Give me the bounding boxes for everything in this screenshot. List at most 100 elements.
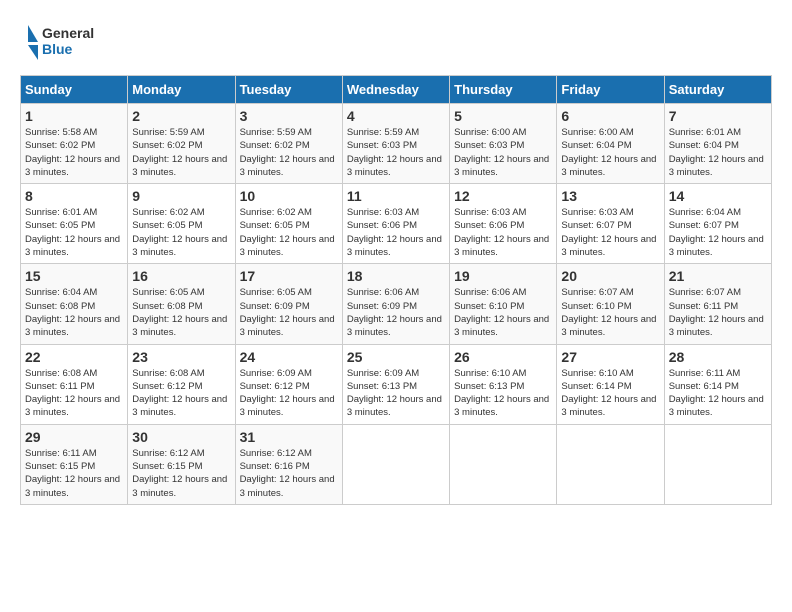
day-number: 12 xyxy=(454,188,552,204)
calendar-body: 1 Sunrise: 5:58 AMSunset: 6:02 PMDaylight… xyxy=(21,104,772,505)
day-cell: 31 Sunrise: 6:12 AMSunset: 6:16 PMDayligh… xyxy=(235,424,342,504)
day-cell: 19 Sunrise: 6:06 AMSunset: 6:10 PMDayligh… xyxy=(450,264,557,344)
day-info: Sunrise: 6:12 AMSunset: 6:15 PMDaylight:… xyxy=(132,447,230,500)
day-number: 15 xyxy=(25,268,123,284)
day-info: Sunrise: 6:10 AMSunset: 6:14 PMDaylight:… xyxy=(561,367,659,420)
header-cell-saturday: Saturday xyxy=(664,76,771,104)
day-info: Sunrise: 6:08 AMSunset: 6:11 PMDaylight:… xyxy=(25,367,123,420)
day-cell: 29Sunrise: 6:11 AMSunset: 6:15 PMDayligh… xyxy=(21,424,128,504)
day-cell: 14 Sunrise: 6:04 AMSunset: 6:07 PMDayligh… xyxy=(664,184,771,264)
day-cell: 26Sunrise: 6:10 AMSunset: 6:13 PMDayligh… xyxy=(450,344,557,424)
day-number: 27 xyxy=(561,349,659,365)
day-info: Sunrise: 5:59 AMSunset: 6:02 PMDaylight:… xyxy=(132,126,230,179)
day-cell: 6Sunrise: 6:00 AMSunset: 6:04 PMDaylight… xyxy=(557,104,664,184)
day-cell: 23 Sunrise: 6:08 AMSunset: 6:12 PMDayligh… xyxy=(128,344,235,424)
calendar-table: SundayMondayTuesdayWednesdayThursdayFrid… xyxy=(20,75,772,505)
day-cell: 22 Sunrise: 6:08 AMSunset: 6:11 PMDayligh… xyxy=(21,344,128,424)
day-info: Sunrise: 6:00 AMSunset: 6:03 PMDaylight:… xyxy=(454,126,552,179)
day-number: 19 xyxy=(454,268,552,284)
day-number: 3 xyxy=(240,108,338,124)
day-number: 2 xyxy=(132,108,230,124)
week-row-0: 1 Sunrise: 5:58 AMSunset: 6:02 PMDaylight… xyxy=(21,104,772,184)
day-info: Sunrise: 6:03 AMSunset: 6:06 PMDaylight:… xyxy=(347,206,445,259)
week-row-1: 8 Sunrise: 6:01 AMSunset: 6:05 PMDaylight… xyxy=(21,184,772,264)
day-cell: 17 Sunrise: 6:05 AMSunset: 6:09 PMDayligh… xyxy=(235,264,342,344)
day-cell: 21 Sunrise: 6:07 AMSunset: 6:11 PMDayligh… xyxy=(664,264,771,344)
day-number: 24 xyxy=(240,349,338,365)
day-info: Sunrise: 6:01 AMSunset: 6:05 PMDaylight:… xyxy=(25,206,123,259)
day-number: 11 xyxy=(347,188,445,204)
day-cell: 30 Sunrise: 6:12 AMSunset: 6:15 PMDayligh… xyxy=(128,424,235,504)
day-info: Sunrise: 6:04 AMSunset: 6:08 PMDaylight:… xyxy=(25,286,123,339)
day-cell: 1 Sunrise: 5:58 AMSunset: 6:02 PMDaylight… xyxy=(21,104,128,184)
day-cell: 4Sunrise: 5:59 AMSunset: 6:03 PMDaylight… xyxy=(342,104,449,184)
day-cell: 11 Sunrise: 6:03 AMSunset: 6:06 PMDayligh… xyxy=(342,184,449,264)
day-info: Sunrise: 6:07 AMSunset: 6:11 PMDaylight:… xyxy=(669,286,767,339)
day-info: Sunrise: 6:02 AMSunset: 6:05 PMDaylight:… xyxy=(132,206,230,259)
day-number: 29 xyxy=(25,429,123,445)
day-info: Sunrise: 6:11 AMSunset: 6:14 PMDaylight:… xyxy=(669,367,767,420)
day-number: 16 xyxy=(132,268,230,284)
day-number: 10 xyxy=(240,188,338,204)
day-number: 5 xyxy=(454,108,552,124)
day-info: Sunrise: 6:04 AMSunset: 6:07 PMDaylight:… xyxy=(669,206,767,259)
day-cell: 3 Sunrise: 5:59 AMSunset: 6:02 PMDaylight… xyxy=(235,104,342,184)
day-cell: 25Sunrise: 6:09 AMSunset: 6:13 PMDayligh… xyxy=(342,344,449,424)
day-info: Sunrise: 5:59 AMSunset: 6:02 PMDaylight:… xyxy=(240,126,338,179)
day-number: 17 xyxy=(240,268,338,284)
day-cell: 10Sunrise: 6:02 AMSunset: 6:05 PMDayligh… xyxy=(235,184,342,264)
day-info: Sunrise: 6:08 AMSunset: 6:12 PMDaylight:… xyxy=(132,367,230,420)
day-number: 22 xyxy=(25,349,123,365)
header-cell-monday: Monday xyxy=(128,76,235,104)
day-info: Sunrise: 6:07 AMSunset: 6:10 PMDaylight:… xyxy=(561,286,659,339)
day-info: Sunrise: 6:12 AMSunset: 6:16 PMDaylight:… xyxy=(240,447,338,500)
day-number: 9 xyxy=(132,188,230,204)
day-cell: 7 Sunrise: 6:01 AMSunset: 6:04 PMDaylight… xyxy=(664,104,771,184)
day-cell: 5 Sunrise: 6:00 AMSunset: 6:03 PMDaylight… xyxy=(450,104,557,184)
day-info: Sunrise: 5:58 AMSunset: 6:02 PMDaylight:… xyxy=(25,126,123,179)
week-row-4: 29Sunrise: 6:11 AMSunset: 6:15 PMDayligh… xyxy=(21,424,772,504)
day-info: Sunrise: 6:03 AMSunset: 6:07 PMDaylight:… xyxy=(561,206,659,259)
day-cell: 20 Sunrise: 6:07 AMSunset: 6:10 PMDayligh… xyxy=(557,264,664,344)
day-number: 26 xyxy=(454,349,552,365)
day-info: Sunrise: 6:09 AMSunset: 6:12 PMDaylight:… xyxy=(240,367,338,420)
logo: General Blue xyxy=(20,20,100,65)
day-info: Sunrise: 6:05 AMSunset: 6:08 PMDaylight:… xyxy=(132,286,230,339)
day-number: 21 xyxy=(669,268,767,284)
day-cell: 18Sunrise: 6:06 AMSunset: 6:09 PMDayligh… xyxy=(342,264,449,344)
day-number: 23 xyxy=(132,349,230,365)
day-info: Sunrise: 6:03 AMSunset: 6:06 PMDaylight:… xyxy=(454,206,552,259)
day-cell: 13Sunrise: 6:03 AMSunset: 6:07 PMDayligh… xyxy=(557,184,664,264)
day-number: 8 xyxy=(25,188,123,204)
day-info: Sunrise: 6:01 AMSunset: 6:04 PMDaylight:… xyxy=(669,126,767,179)
day-number: 20 xyxy=(561,268,659,284)
day-number: 14 xyxy=(669,188,767,204)
header-cell-thursday: Thursday xyxy=(450,76,557,104)
day-cell: 9 Sunrise: 6:02 AMSunset: 6:05 PMDaylight… xyxy=(128,184,235,264)
logo-svg: General Blue xyxy=(20,20,100,65)
day-cell: 27 Sunrise: 6:10 AMSunset: 6:14 PMDayligh… xyxy=(557,344,664,424)
day-info: Sunrise: 6:06 AMSunset: 6:10 PMDaylight:… xyxy=(454,286,552,339)
header: General Blue xyxy=(20,20,772,65)
header-cell-sunday: Sunday xyxy=(21,76,128,104)
day-cell: 8 Sunrise: 6:01 AMSunset: 6:05 PMDaylight… xyxy=(21,184,128,264)
day-info: Sunrise: 6:06 AMSunset: 6:09 PMDaylight:… xyxy=(347,286,445,339)
day-number: 31 xyxy=(240,429,338,445)
day-info: Sunrise: 6:09 AMSunset: 6:13 PMDaylight:… xyxy=(347,367,445,420)
day-number: 7 xyxy=(669,108,767,124)
day-cell xyxy=(450,424,557,504)
week-row-2: 15 Sunrise: 6:04 AMSunset: 6:08 PMDayligh… xyxy=(21,264,772,344)
header-cell-wednesday: Wednesday xyxy=(342,76,449,104)
day-cell xyxy=(557,424,664,504)
day-number: 1 xyxy=(25,108,123,124)
day-info: Sunrise: 6:05 AMSunset: 6:09 PMDaylight:… xyxy=(240,286,338,339)
header-cell-friday: Friday xyxy=(557,76,664,104)
header-cell-tuesday: Tuesday xyxy=(235,76,342,104)
day-cell: 16 Sunrise: 6:05 AMSunset: 6:08 PMDayligh… xyxy=(128,264,235,344)
day-cell: 15 Sunrise: 6:04 AMSunset: 6:08 PMDayligh… xyxy=(21,264,128,344)
day-number: 30 xyxy=(132,429,230,445)
day-cell: 2 Sunrise: 5:59 AMSunset: 6:02 PMDaylight… xyxy=(128,104,235,184)
day-number: 4 xyxy=(347,108,445,124)
svg-text:Blue: Blue xyxy=(42,41,73,57)
week-row-3: 22 Sunrise: 6:08 AMSunset: 6:11 PMDayligh… xyxy=(21,344,772,424)
